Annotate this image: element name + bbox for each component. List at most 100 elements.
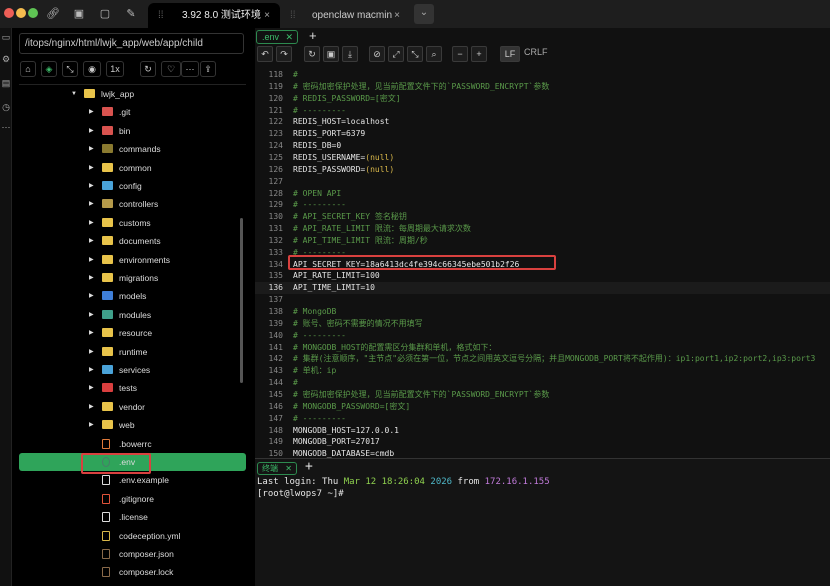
file-icon[interactable]: ▢: [98, 7, 112, 21]
tree-item-tests[interactable]: ▶ tests: [19, 379, 246, 397]
tree-item-composer-json[interactable]: composer.json: [19, 545, 246, 563]
close-tab-icon[interactable]: ×: [264, 3, 270, 28]
zoom-out-button[interactable]: −: [452, 46, 468, 62]
terminal-icon[interactable]: ▣: [72, 7, 86, 21]
terminal[interactable]: 终端 ✕ + Last login: Thu Mar 12 18:26:04 20…: [255, 458, 830, 586]
line-number: 142: [268, 354, 283, 364]
terminal-icon[interactable]: ▤: [0, 78, 12, 89]
add-tab-button[interactable]: +: [309, 28, 317, 43]
tree-item-git[interactable]: ▶ .git: [19, 103, 246, 121]
settings-icon[interactable]: ⚙: [0, 54, 12, 65]
tree-item-services[interactable]: ▶ services: [19, 361, 246, 379]
line-number: 118: [268, 70, 283, 79]
tree-item-gitignore[interactable]: .gitignore: [19, 490, 246, 508]
close-tab-icon[interactable]: ✕: [285, 463, 292, 474]
locate-button[interactable]: ◈: [41, 61, 57, 77]
caret-right-icon[interactable]: ▶: [89, 122, 94, 140]
caret-right-icon[interactable]: ▶: [89, 306, 94, 324]
eye-button[interactable]: ◉: [83, 61, 101, 77]
caret-right-icon[interactable]: ▶: [89, 159, 94, 177]
line-text: # MONGODB_HOST的配置需区分集群和单机，格式如下：: [293, 342, 497, 352]
undo-button[interactable]: ↶: [257, 46, 273, 62]
eol-lf-button[interactable]: LF: [500, 46, 520, 62]
tree-item-commands[interactable]: ▶ commands: [19, 140, 246, 158]
folder-icon[interactable]: ▭: [0, 32, 12, 43]
caret-right-icon[interactable]: ▶: [89, 416, 94, 434]
caret-right-icon[interactable]: ▶: [89, 324, 94, 342]
path-input[interactable]: /itops/nginx/html/lwjk_app/web/app/child: [19, 33, 244, 54]
maximize-window-button[interactable]: [28, 8, 38, 18]
editor-tab-env[interactable]: .env ✕: [256, 30, 298, 44]
search-button[interactable]: ⌕: [426, 46, 442, 62]
close-tab-icon[interactable]: ×: [394, 3, 400, 28]
more-button[interactable]: ⋯: [181, 61, 199, 77]
caret-right-icon[interactable]: ▶: [89, 177, 94, 195]
tree-item-config[interactable]: ▶ config: [19, 177, 246, 195]
folder-icon: [102, 401, 113, 411]
caret-right-icon[interactable]: ▶: [89, 379, 94, 397]
zoom-in-button[interactable]: +: [471, 46, 487, 62]
tree-item-vendor[interactable]: ▶ vendor: [19, 398, 246, 416]
caret-right-icon[interactable]: ▶: [89, 287, 94, 305]
caret-right-icon[interactable]: ▶: [89, 343, 94, 361]
caret-right-icon[interactable]: ▶: [89, 140, 94, 158]
wrench-icon[interactable]: ✎: [124, 7, 138, 21]
minimize-window-button[interactable]: [16, 8, 26, 18]
close-tab-icon[interactable]: ✕: [285, 31, 293, 43]
eol-crlf-button[interactable]: CRLF: [524, 47, 548, 57]
tree-item-environments[interactable]: ▶ environments: [19, 251, 246, 269]
favorite-button[interactable]: ♡: [161, 61, 181, 77]
tree-item-lwjk-app[interactable]: ▼ lwjk_app: [19, 85, 246, 103]
tree-item-migrations[interactable]: ▶ migrations: [19, 269, 246, 287]
tree-item-customs[interactable]: ▶ customs: [19, 214, 246, 232]
window-tab-test-env[interactable]: ⁞⁞ 3.92 8.0 测试环境 ×: [148, 3, 280, 28]
home-button[interactable]: ⌂: [20, 61, 36, 77]
tree-item-bowerrc[interactable]: .bowerrc: [19, 435, 246, 453]
file-tree-scrollbar[interactable]: [240, 218, 243, 383]
tree-item-codeception-yml[interactable]: codeception.yml: [19, 527, 246, 545]
tree-item-web[interactable]: ▶ web: [19, 416, 246, 434]
add-terminal-button[interactable]: +: [305, 459, 313, 474]
caret-right-icon[interactable]: ▶: [89, 103, 94, 121]
tree-item-resource[interactable]: ▶ resource: [19, 324, 246, 342]
tree-item-controllers[interactable]: ▶ controllers: [19, 195, 246, 213]
save-button[interactable]: ▣: [323, 46, 339, 62]
caret-down-icon[interactable]: ▼: [71, 85, 77, 103]
caret-right-icon[interactable]: ▶: [89, 214, 94, 232]
close-window-button[interactable]: [4, 8, 14, 18]
expand-button[interactable]: ⤢: [388, 46, 404, 62]
caret-right-icon[interactable]: ▶: [89, 195, 94, 213]
tree-item-env-example[interactable]: .env.example: [19, 471, 246, 489]
caret-right-icon[interactable]: ▶: [89, 232, 94, 250]
tree-item-license[interactable]: .license: [19, 508, 246, 526]
tree-item-models[interactable]: ▶ models: [19, 287, 246, 305]
line-text: #: [293, 378, 298, 388]
tree-item-common[interactable]: ▶ common: [19, 159, 246, 177]
terminal-tab[interactable]: 终端 ✕: [257, 462, 297, 475]
caret-right-icon[interactable]: ▶: [89, 361, 94, 379]
more-icon[interactable]: ⋯: [0, 122, 12, 133]
speed-button[interactable]: 1x: [106, 61, 124, 77]
reload-button[interactable]: ↻: [304, 46, 320, 62]
tree-item-modules[interactable]: ▶ modules: [19, 306, 246, 324]
refresh-button[interactable]: ↻: [140, 61, 156, 77]
collapse-button[interactable]: ⤡: [407, 46, 423, 62]
tree-item-runtime[interactable]: ▶ runtime: [19, 343, 246, 361]
tabs-dropdown-button[interactable]: ⌄: [414, 4, 434, 24]
tree-item-composer-lock[interactable]: composer.lock: [19, 563, 246, 581]
redo-button[interactable]: ↷: [276, 46, 292, 62]
line-number: 120: [268, 93, 283, 103]
compass-icon[interactable]: ⊘: [369, 46, 385, 62]
upload-button[interactable]: ⇪: [200, 61, 216, 77]
caret-right-icon[interactable]: ▶: [89, 269, 94, 287]
caret-right-icon[interactable]: ▶: [89, 251, 94, 269]
history-icon[interactable]: ◷: [0, 102, 12, 113]
link-icon[interactable]: 🔗︎: [46, 7, 60, 21]
collapse-button[interactable]: ⤡: [62, 61, 78, 77]
download-button[interactable]: ⤓: [342, 46, 358, 62]
tree-item-documents[interactable]: ▶ documents: [19, 232, 246, 250]
caret-right-icon[interactable]: ▶: [89, 398, 94, 416]
tab-label: openclaw macmin: [312, 10, 393, 21]
window-tab-openclaw[interactable]: ⁞⁞ openclaw macmin ×: [282, 3, 410, 28]
tree-item-bin[interactable]: ▶ bin: [19, 122, 246, 140]
